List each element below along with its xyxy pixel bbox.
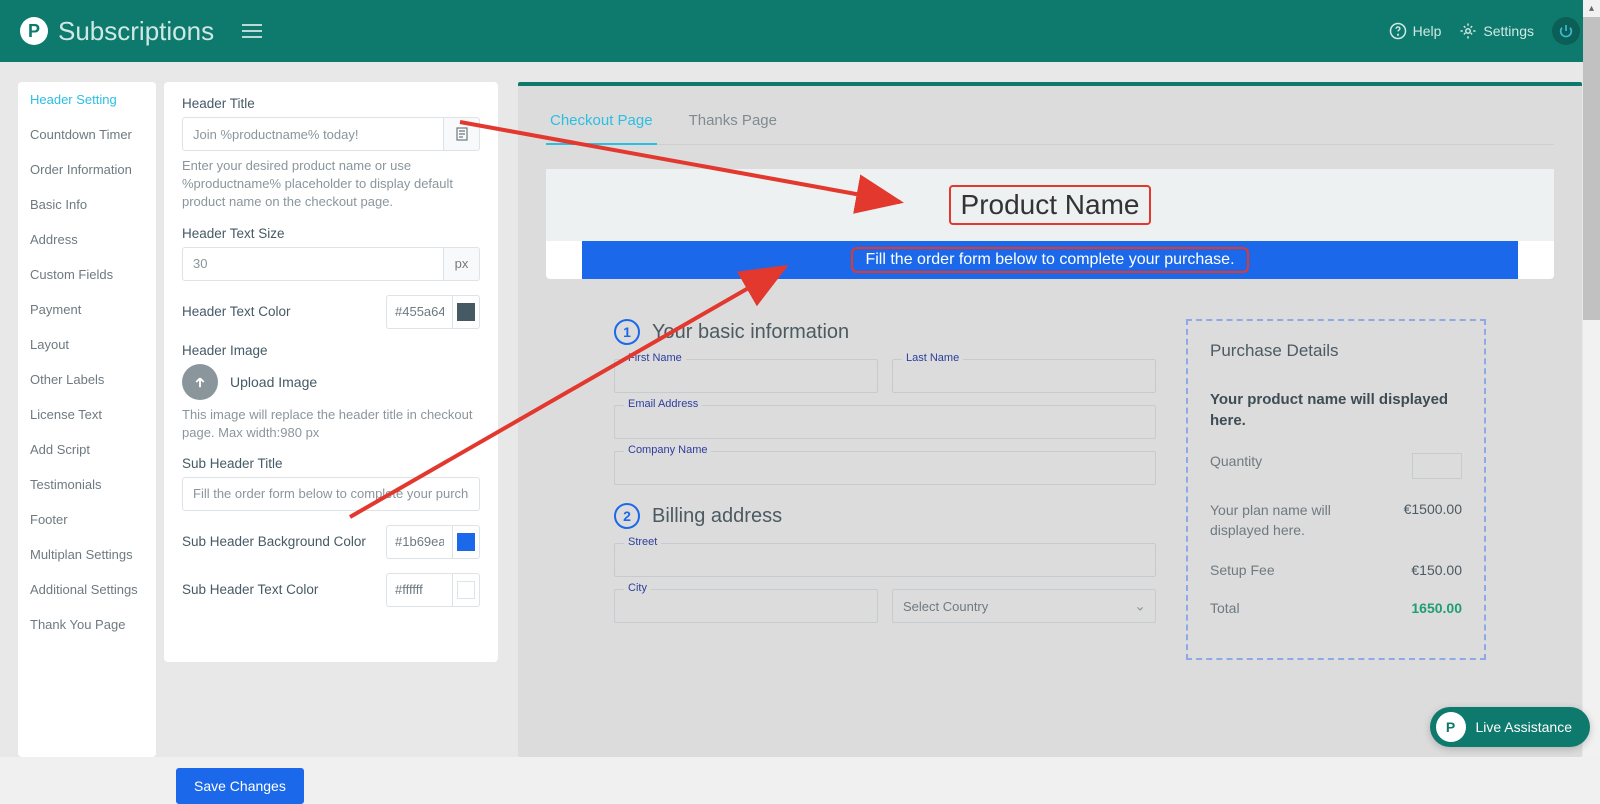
email-input[interactable]: [614, 405, 1156, 439]
preview-panel: Checkout Page Thanks Page Product Name Fi…: [518, 82, 1582, 757]
purchase-details-title: Purchase Details: [1210, 341, 1462, 361]
city-input[interactable]: [614, 589, 878, 623]
tab-thanks-page[interactable]: Thanks Page: [685, 104, 781, 144]
sidebar-item-thank-you-page[interactable]: Thank You Page: [18, 607, 156, 642]
save-changes-button[interactable]: Save Changes: [176, 768, 304, 804]
preview-header-title: Product Name: [949, 185, 1152, 225]
sidebar-item-order-information[interactable]: Order Information: [18, 152, 156, 187]
section-2-title: Billing address: [652, 505, 782, 528]
last-name-label: Last Name: [902, 352, 963, 364]
header-text-size-input[interactable]: [182, 247, 444, 281]
placeholder-picker-icon[interactable]: [444, 117, 480, 151]
setup-fee-value: €150.00: [1411, 562, 1462, 578]
last-name-input[interactable]: [892, 359, 1156, 393]
sub-header-title-label: Sub Header Title: [182, 456, 480, 471]
sub-header-bg-label: Sub Header Background Color: [182, 534, 386, 549]
sidebar-item-other-labels[interactable]: Other Labels: [18, 362, 156, 397]
sub-header-title-input[interactable]: [182, 477, 480, 511]
first-name-input[interactable]: [614, 359, 878, 393]
help-icon: [1389, 22, 1407, 40]
quantity-input[interactable]: [1412, 453, 1462, 479]
sidebar-item-license-text[interactable]: License Text: [18, 397, 156, 432]
header-text-color-input[interactable]: [386, 295, 452, 329]
sidebar-item-basic-info[interactable]: Basic Info: [18, 187, 156, 222]
header-settings-form: Header Title Enter your desired product …: [164, 82, 498, 662]
header-image-help: This image will replace the header title…: [182, 406, 480, 442]
sidebar-item-address[interactable]: Address: [18, 222, 156, 257]
page-scrollbar[interactable]: ▴: [1583, 0, 1600, 757]
sidebar-item-countdown-timer[interactable]: Countdown Timer: [18, 117, 156, 152]
sub-header-bg-input[interactable]: [386, 525, 452, 559]
preview-subheader-text: Fill the order form below to complete yo…: [851, 247, 1248, 273]
purchase-details-box: Purchase Details Your product name will …: [1186, 319, 1486, 660]
sidebar-item-footer[interactable]: Footer: [18, 502, 156, 537]
live-assist-icon: P: [1436, 712, 1466, 742]
sidebar-item-testimonials[interactable]: Testimonials: [18, 467, 156, 502]
country-select[interactable]: Select Country: [892, 589, 1156, 623]
sub-header-bg-swatch[interactable]: [452, 525, 480, 559]
sidebar-item-header-setting[interactable]: Header Setting: [18, 82, 156, 117]
settings-button[interactable]: Settings: [1459, 22, 1534, 40]
first-name-label: First Name: [624, 352, 686, 364]
street-input[interactable]: [614, 543, 1156, 577]
top-bar: P Subscriptions Help Settings: [0, 0, 1600, 62]
section-1-title: Your basic information: [652, 321, 849, 344]
tab-checkout-page[interactable]: Checkout Page: [546, 104, 657, 145]
purchase-product-name: Your product name will displayed here.: [1210, 389, 1462, 431]
preview-subheader: Fill the order form below to complete yo…: [582, 241, 1518, 279]
power-icon: [1558, 23, 1574, 39]
power-button[interactable]: [1552, 17, 1580, 45]
email-label: Email Address: [624, 398, 702, 410]
help-button[interactable]: Help: [1389, 22, 1442, 40]
step-2-badge: 2: [614, 503, 640, 529]
preview-header: Product Name: [546, 169, 1554, 241]
city-label: City: [624, 582, 651, 594]
total-label: Total: [1210, 600, 1240, 616]
menu-icon[interactable]: [242, 20, 262, 42]
plan-name-text: Your plan name will displayed here.: [1210, 501, 1360, 540]
company-input[interactable]: [614, 451, 1156, 485]
sidebar-item-custom-fields[interactable]: Custom Fields: [18, 257, 156, 292]
quantity-label: Quantity: [1210, 453, 1262, 469]
sub-header-text-color-swatch[interactable]: [452, 573, 480, 607]
company-label: Company Name: [624, 444, 711, 456]
step-1-badge: 1: [614, 319, 640, 345]
upload-image-text: Upload Image: [230, 374, 317, 390]
upload-image-button[interactable]: [182, 364, 218, 400]
sidebar-item-multiplan-settings[interactable]: Multiplan Settings: [18, 537, 156, 572]
header-image-label: Header Image: [182, 343, 480, 358]
header-text-color-swatch[interactable]: [452, 295, 480, 329]
header-title-help: Enter your desired product name or use %…: [182, 157, 480, 212]
plan-price: €1500.00: [1404, 501, 1462, 517]
preview-tabs: Checkout Page Thanks Page: [546, 104, 1554, 145]
sub-header-text-color-input[interactable]: [386, 573, 452, 607]
sub-header-text-color-label: Sub Header Text Color: [182, 582, 386, 597]
gear-icon: [1459, 22, 1477, 40]
settings-sidebar: Header SettingCountdown TimerOrder Infor…: [18, 82, 156, 757]
px-unit-label: px: [444, 247, 480, 281]
live-assistance-button[interactable]: P Live Assistance: [1430, 707, 1591, 747]
street-label: Street: [624, 536, 661, 548]
header-title-label: Header Title: [182, 96, 480, 111]
sidebar-item-layout[interactable]: Layout: [18, 327, 156, 362]
sidebar-item-payment[interactable]: Payment: [18, 292, 156, 327]
header-title-input[interactable]: [182, 117, 444, 151]
sidebar-item-add-script[interactable]: Add Script: [18, 432, 156, 467]
setup-fee-label: Setup Fee: [1210, 562, 1275, 578]
sidebar-item-additional-settings[interactable]: Additional Settings: [18, 572, 156, 607]
brand-title: Subscriptions: [58, 16, 214, 47]
upload-icon: [191, 373, 209, 391]
header-text-color-label: Header Text Color: [182, 304, 386, 319]
logo-icon: P: [20, 17, 48, 45]
total-value: 1650.00: [1411, 600, 1462, 616]
header-text-size-label: Header Text Size: [182, 226, 480, 241]
